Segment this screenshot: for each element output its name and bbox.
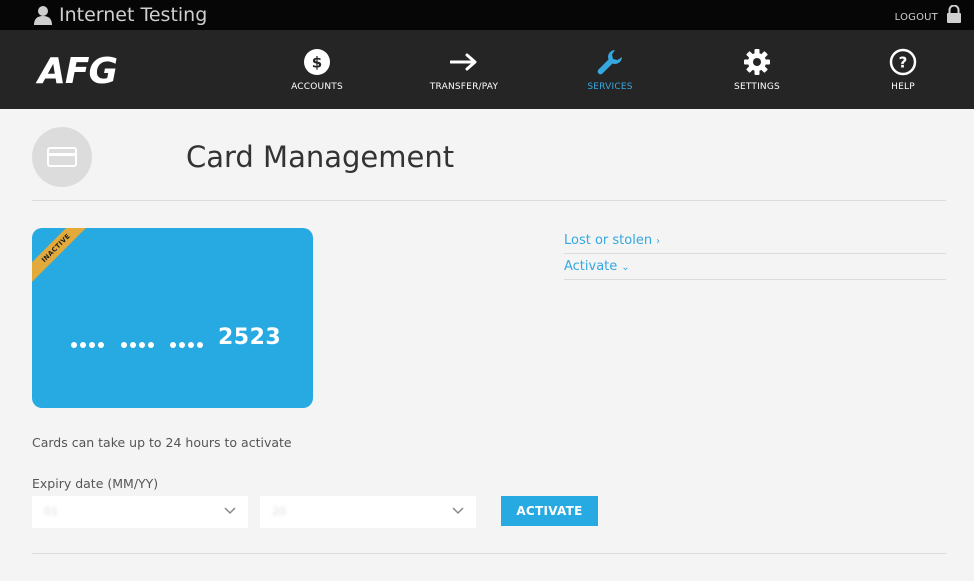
- divider: [32, 200, 946, 201]
- masked-digits: [170, 333, 206, 348]
- lost-or-stolen-link[interactable]: Lost or stolen ›: [564, 228, 946, 254]
- page-title: Card Management: [186, 140, 455, 174]
- svg-text:$: $: [312, 54, 322, 72]
- link-label: Activate: [564, 259, 618, 274]
- activate-link[interactable]: Activate ⌄: [564, 254, 946, 280]
- nav-label: ACCOUNTS: [291, 82, 343, 92]
- chevron-down-icon: [452, 507, 464, 515]
- gear-icon: [744, 49, 770, 75]
- nav-accounts[interactable]: $ ACCOUNTS: [267, 48, 367, 92]
- activation-note: Cards can take up to 24 hours to activat…: [32, 435, 292, 450]
- expiry-year-select[interactable]: 20: [260, 496, 476, 528]
- user-icon: [34, 6, 52, 25]
- arrow-right-icon: [450, 53, 477, 71]
- activate-button[interactable]: ACTIVATE: [501, 496, 598, 526]
- question-icon: ?: [889, 48, 917, 76]
- nav-label: SETTINGS: [734, 82, 780, 92]
- card-actions: Lost or stolen › Activate ⌄: [564, 228, 946, 280]
- inactive-ribbon: INACTIVE: [32, 228, 97, 289]
- select-value: 01: [44, 505, 58, 518]
- link-label: Lost or stolen: [564, 233, 653, 248]
- top-bar: Internet Testing LOGOUT: [0, 0, 974, 30]
- nav-label: HELP: [891, 82, 915, 92]
- expiry-month-select[interactable]: 01: [32, 496, 248, 528]
- credit-card-icon: [47, 147, 77, 167]
- nav-help[interactable]: ? HELP: [853, 48, 953, 92]
- nav-label: SERVICES: [587, 82, 633, 92]
- card-last-four: 2523: [218, 325, 282, 350]
- lock-icon[interactable]: [946, 5, 962, 23]
- svg-text:?: ?: [899, 54, 908, 72]
- nav-services[interactable]: SERVICES: [560, 48, 660, 92]
- wrench-icon: [597, 50, 622, 75]
- afg-logo[interactable]: AFG: [38, 52, 118, 92]
- chevron-down-icon: ⌄: [621, 262, 630, 273]
- chevron-right-icon: ›: [656, 236, 661, 247]
- main-nav: AFG $ ACCOUNTS TRANSFER/PAY SERVICES SET…: [0, 30, 974, 109]
- nav-transfer-pay[interactable]: TRANSFER/PAY: [414, 48, 514, 92]
- nav-label: TRANSFER/PAY: [429, 82, 499, 92]
- card-visual: INACTIVE 2523: [32, 228, 313, 408]
- chevron-down-icon: [224, 507, 236, 515]
- logout-link[interactable]: LOGOUT: [895, 12, 938, 23]
- nav-settings[interactable]: SETTINGS: [707, 48, 807, 92]
- select-value: 20: [272, 505, 286, 518]
- page-icon-circle: [32, 127, 92, 187]
- site-title: Internet Testing: [59, 4, 208, 26]
- divider: [32, 553, 946, 554]
- expiry-label: Expiry date (MM/YY): [32, 476, 159, 491]
- masked-digits: [121, 333, 157, 348]
- masked-digits: [71, 333, 107, 348]
- dollar-icon: $: [304, 49, 330, 75]
